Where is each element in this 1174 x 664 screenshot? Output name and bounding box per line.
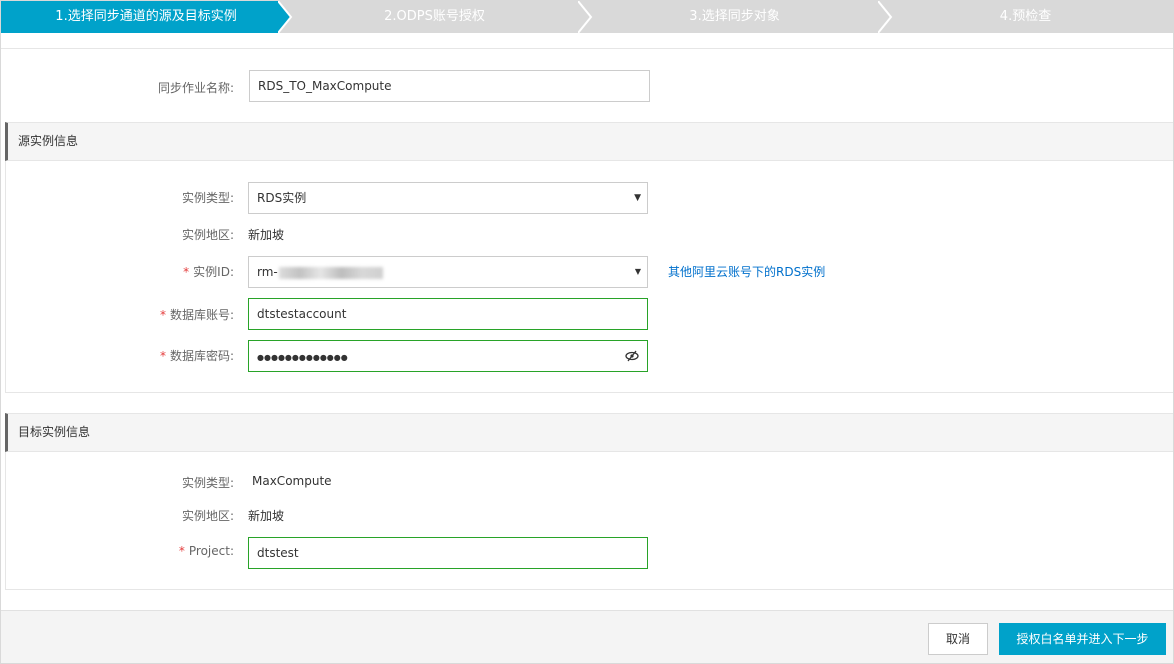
required-mark: * <box>178 544 185 558</box>
step-3[interactable]: 3.选择同步对象 <box>578 1 891 33</box>
target-region-label: 实例地区: <box>181 509 234 523</box>
divider <box>1 48 1173 49</box>
db-password-label-wrap: * 数据库密码: <box>120 347 234 364</box>
step-4-label: 4.预检查 <box>999 9 1052 24</box>
db-password-input[interactable]: ●●●●●●●●●●●●● <box>248 340 648 372</box>
step-1-label: 1.选择同步通道的源及目标实例 <box>55 9 237 24</box>
eye-slash-icon[interactable] <box>625 341 639 371</box>
authorize-next-button[interactable]: 授权白名单并进入下一步 <box>999 623 1166 655</box>
target-region-value: 新加坡 <box>248 509 285 523</box>
redacted-id <box>278 266 383 279</box>
step-1[interactable]: 1.选择同步通道的源及目标实例 <box>1 1 291 33</box>
target-section-title: 目标实例信息 <box>5 413 1173 452</box>
project-label: Project: <box>188 544 234 558</box>
required-mark: * <box>183 265 190 279</box>
wizard-stepper: 1.选择同步通道的源及目标实例 2.ODPS账号授权 3.选择同步对象 4.预检… <box>1 1 1173 33</box>
step-2[interactable]: 2.ODPS账号授权 <box>278 1 591 33</box>
job-name-input[interactable]: RDS_TO_MaxCompute <box>249 70 650 102</box>
footer-bar: 取消 授权白名单并进入下一步 <box>1 610 1173 663</box>
target-type-value: MaxCompute <box>252 474 332 488</box>
target-type-label: 实例类型: <box>181 476 234 490</box>
source-id-value: rm- <box>257 265 278 279</box>
project-input[interactable]: dtstest <box>248 537 648 569</box>
source-id-label: 实例ID: <box>193 265 234 279</box>
step-4[interactable]: 4.预检查 <box>878 1 1173 33</box>
required-mark: * <box>159 308 166 322</box>
source-id-label-wrap: * 实例ID: <box>120 263 234 280</box>
other-account-rds-link[interactable]: 其他阿里云账号下的RDS实例 <box>668 263 825 280</box>
source-region-value: 新加坡 <box>248 228 285 242</box>
project-label-wrap: * Project: <box>120 544 234 558</box>
source-type-select[interactable]: RDS实例 ▼ <box>248 182 648 214</box>
required-mark: * <box>159 349 166 363</box>
db-account-label: 数据库账号: <box>169 308 234 322</box>
step-3-label: 3.选择同步对象 <box>689 9 780 24</box>
db-account-input[interactable]: dtstestaccount <box>248 298 648 330</box>
source-type-value: RDS实例 <box>257 191 307 205</box>
source-region-label: 实例地区: <box>181 228 234 242</box>
job-name-label: 同步作业名称: <box>157 81 234 95</box>
db-password-label: 数据库密码: <box>169 349 234 363</box>
source-section-title: 源实例信息 <box>5 122 1173 161</box>
cancel-button[interactable]: 取消 <box>928 623 988 655</box>
password-dots: ●●●●●●●●●●●●● <box>257 353 348 362</box>
caret-down-icon: ▼ <box>634 267 641 276</box>
db-account-label-wrap: * 数据库账号: <box>120 306 234 323</box>
caret-down-icon: ▼ <box>634 193 641 203</box>
source-type-label: 实例类型: <box>181 191 234 205</box>
source-id-select[interactable]: rm- ▼ <box>248 256 648 288</box>
step-2-label: 2.ODPS账号授权 <box>384 9 485 24</box>
